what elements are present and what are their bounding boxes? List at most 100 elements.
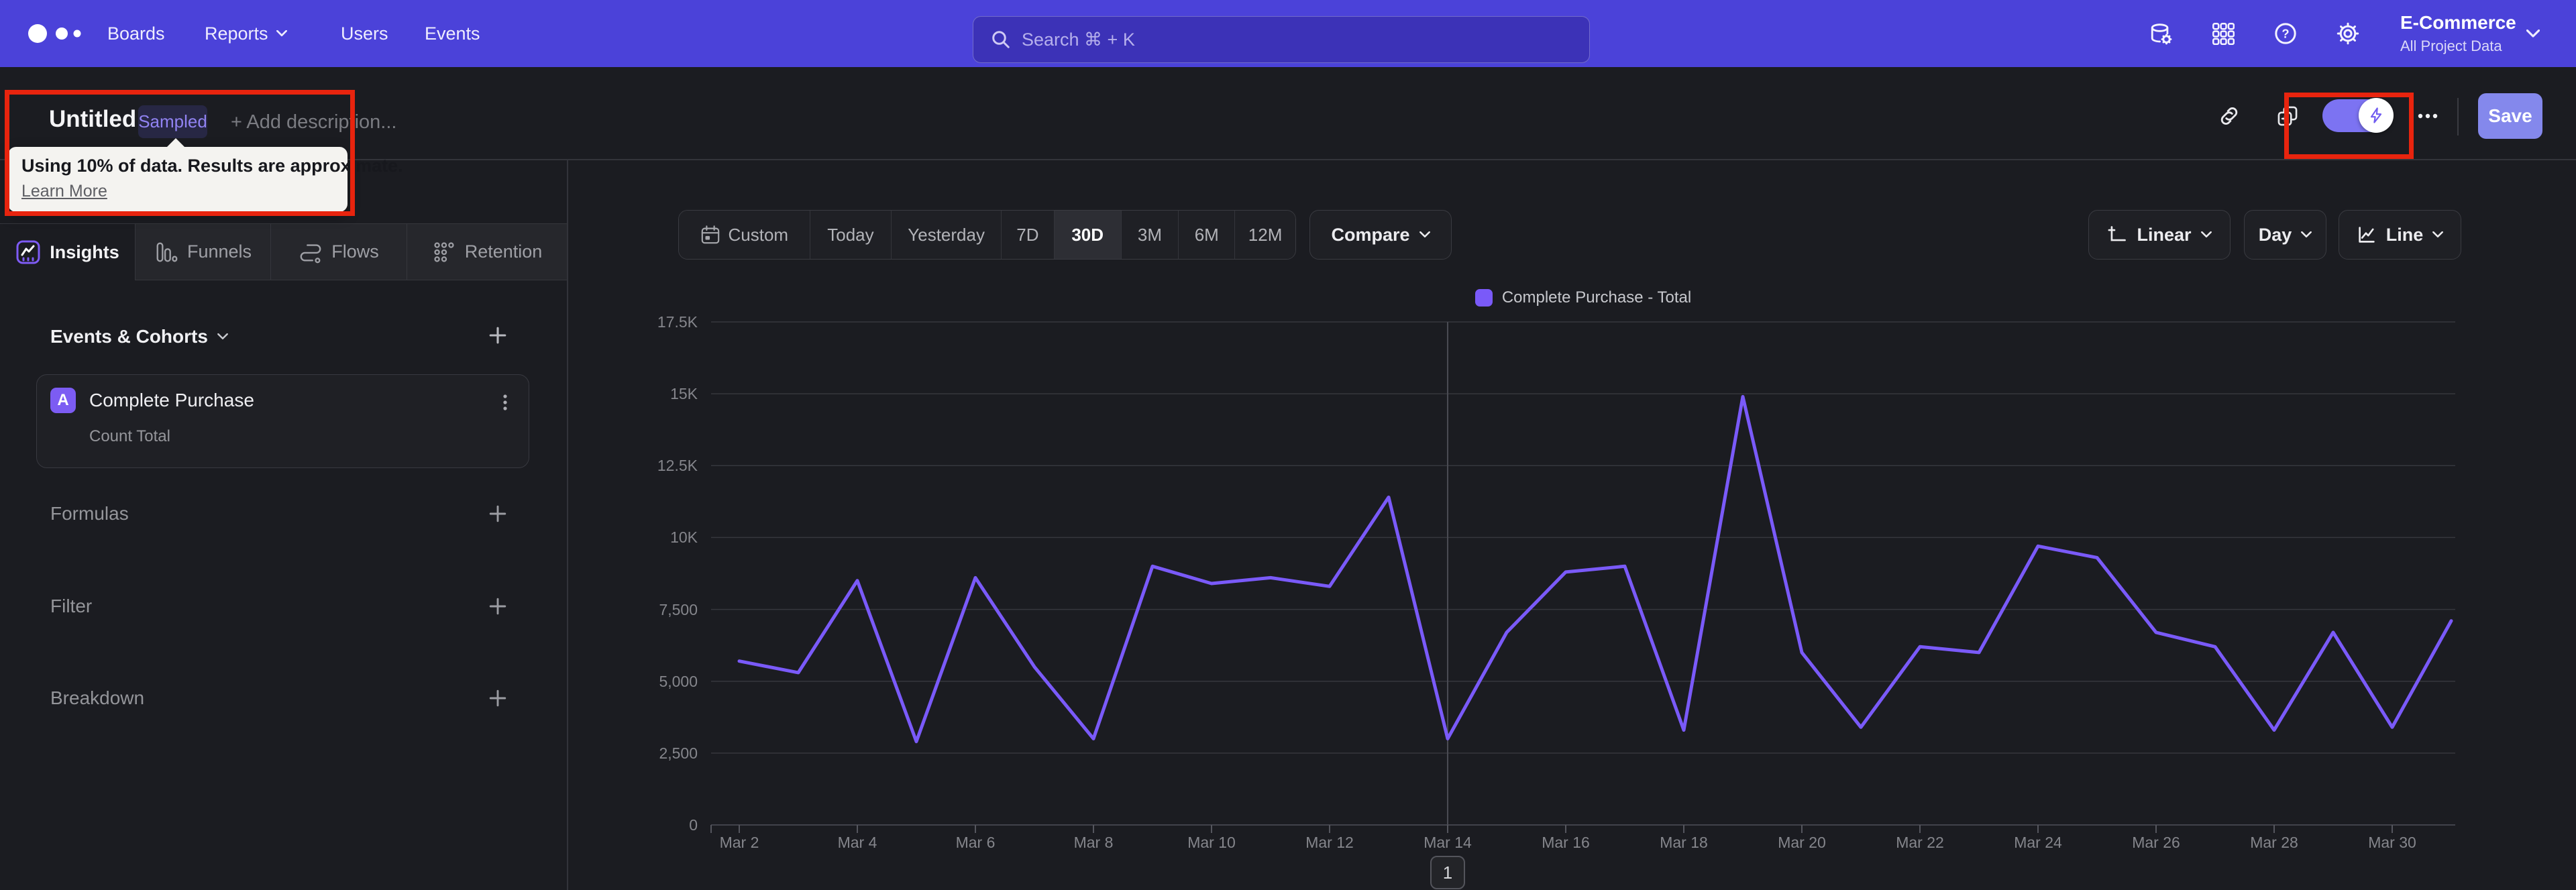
save-button[interactable]: Save xyxy=(2478,93,2542,139)
range-30d[interactable]: 30D xyxy=(1054,211,1122,259)
x-axis-tick-label: Mar 22 xyxy=(1896,834,1944,851)
kebab-menu-icon[interactable] xyxy=(494,391,517,414)
add-description-button[interactable]: + Add description... xyxy=(231,111,396,133)
sidebar-divider xyxy=(567,160,568,890)
event-metric[interactable]: Count Total xyxy=(89,427,170,446)
nav-item-boards[interactable]: Boards xyxy=(107,0,165,67)
range-label: 30D xyxy=(1071,224,1104,245)
add-formula-button[interactable] xyxy=(486,502,510,526)
x-axis-tick-label: Mar 2 xyxy=(719,834,759,851)
range-label: 12M xyxy=(1248,224,1283,245)
interval-dropdown[interactable]: Day xyxy=(2244,210,2326,260)
search-placeholder: Search ⌘ + K xyxy=(1022,29,1135,50)
tab-label: Funnels xyxy=(186,241,252,262)
section-formulas-label: Formulas xyxy=(50,503,129,524)
chart-legend[interactable]: Complete Purchase - Total xyxy=(711,288,2455,307)
settings-gear-icon[interactable] xyxy=(2337,22,2359,45)
events-cohorts-header[interactable]: Events & Cohorts xyxy=(50,326,228,347)
project-switcher[interactable]: E-Commerce All Project Data xyxy=(2388,0,2563,67)
range-yesterday[interactable]: Yesterday xyxy=(892,211,1002,259)
x-axis-tick-label: Mar 24 xyxy=(2014,834,2062,851)
range-label: Custom xyxy=(728,224,789,245)
nav-item-label: Events xyxy=(425,23,480,44)
sampled-badge[interactable]: Sampled xyxy=(138,105,207,138)
section-breakdown-label: Breakdown xyxy=(50,687,145,708)
range-label: Today xyxy=(827,224,874,245)
x-axis-tick-label: Mar 20 xyxy=(1778,834,1826,851)
add-filter-button[interactable] xyxy=(486,594,510,618)
interval-label: Day xyxy=(2258,224,2292,245)
x-axis-tick-label: Mar 28 xyxy=(2250,834,2298,851)
add-event-button[interactable] xyxy=(486,323,510,347)
range-label: Yesterday xyxy=(908,224,985,245)
funnels-icon xyxy=(156,242,178,262)
nav-item-label: Reports xyxy=(205,23,268,44)
chevron-down-icon xyxy=(2432,231,2444,238)
tab-retention[interactable]: Retention xyxy=(407,224,567,280)
x-axis-tick-label: Mar 18 xyxy=(1660,834,1708,851)
y-axis-tick-label: 12.5K xyxy=(657,457,698,475)
range-label: 3M xyxy=(1137,224,1163,245)
chevron-down-icon xyxy=(217,333,228,339)
chevron-down-icon xyxy=(276,30,287,37)
nav-item-events[interactable]: Events xyxy=(425,0,480,67)
apps-grid-icon[interactable] xyxy=(2212,22,2235,45)
range-7d[interactable]: 7D xyxy=(1001,211,1055,259)
add-breakdown-button[interactable] xyxy=(486,686,510,710)
chevron-down-icon xyxy=(2301,231,2312,238)
chevron-down-icon xyxy=(1419,231,1430,238)
more-options-icon[interactable] xyxy=(2416,105,2439,127)
x-axis-tick-label: Mar 8 xyxy=(1073,834,1114,851)
event-name[interactable]: Complete Purchase xyxy=(89,390,254,411)
tab-label: Retention xyxy=(464,241,543,262)
tab-funnels[interactable]: Funnels xyxy=(136,224,271,280)
y-axis-tick-label: 10K xyxy=(670,529,698,547)
tab-flows[interactable]: Flows xyxy=(271,224,407,280)
line-chart[interactable] xyxy=(710,321,2455,858)
calendar-icon xyxy=(701,225,719,244)
legend-swatch xyxy=(1474,289,1493,307)
nav-item-label: Users xyxy=(341,23,388,44)
divider xyxy=(2457,98,2459,135)
x-axis-tick-label: Mar 6 xyxy=(955,834,996,851)
range-12m[interactable]: 12M xyxy=(1235,211,1295,259)
x-axis-tick-label: Mar 4 xyxy=(837,834,877,851)
range-label: 6M xyxy=(1194,224,1219,245)
tooltip-learn-more-link[interactable]: Learn More xyxy=(21,182,107,201)
chevron-down-icon xyxy=(2200,231,2212,238)
event-card[interactable]: A Complete Purchase Count Total xyxy=(36,374,529,468)
range-today[interactable]: Today xyxy=(810,211,892,259)
search-input[interactable]: Search ⌘ + K xyxy=(973,16,1590,63)
sampling-toggle[interactable] xyxy=(2322,98,2394,133)
range-6m[interactable]: 6M xyxy=(1179,211,1236,259)
data-settings-icon[interactable] xyxy=(2149,22,2172,45)
chart-page-indicator[interactable]: 1 xyxy=(1430,856,1465,889)
section-filter-label: Filter xyxy=(50,596,93,616)
x-axis-tick-label: Mar 30 xyxy=(2368,834,2416,851)
lightning-icon xyxy=(2370,107,2382,123)
insights-icon xyxy=(16,240,40,264)
sampling-tooltip: Using 10% of data. Results are approxima… xyxy=(8,138,403,212)
compare-dropdown[interactable]: Compare xyxy=(1309,210,1452,260)
chart-type-label: Line xyxy=(2385,224,2424,245)
flows-icon xyxy=(300,243,321,263)
range-custom[interactable]: Custom xyxy=(679,211,810,259)
add-to-board-icon[interactable] xyxy=(2276,105,2299,127)
range-3m[interactable]: 3M xyxy=(1121,211,1179,259)
copy-link-icon[interactable] xyxy=(2218,105,2241,127)
x-axis-tick-label: Mar 10 xyxy=(1187,834,1236,851)
line-chart-icon xyxy=(2359,227,2375,243)
nav-item-reports[interactable]: Reports xyxy=(205,0,287,67)
y-axis-tick-label: 5,000 xyxy=(659,672,698,690)
mixpanel-logo-icon[interactable] xyxy=(27,22,91,45)
event-series-badge: A xyxy=(50,388,76,413)
help-icon[interactable]: ? xyxy=(2274,22,2297,45)
nav-item-users[interactable]: Users xyxy=(341,0,388,67)
chart-type-dropdown[interactable]: Line xyxy=(2339,210,2461,260)
y-axis-tick-label: 17.5K xyxy=(657,313,698,331)
tab-insights[interactable]: Insights xyxy=(0,224,136,280)
project-name: E-Commerce xyxy=(2400,12,2516,33)
report-title[interactable]: Untitled xyxy=(49,106,136,133)
scale-dropdown[interactable]: Linear xyxy=(2088,210,2231,260)
y-axis-tick-label: 15K xyxy=(670,385,698,403)
